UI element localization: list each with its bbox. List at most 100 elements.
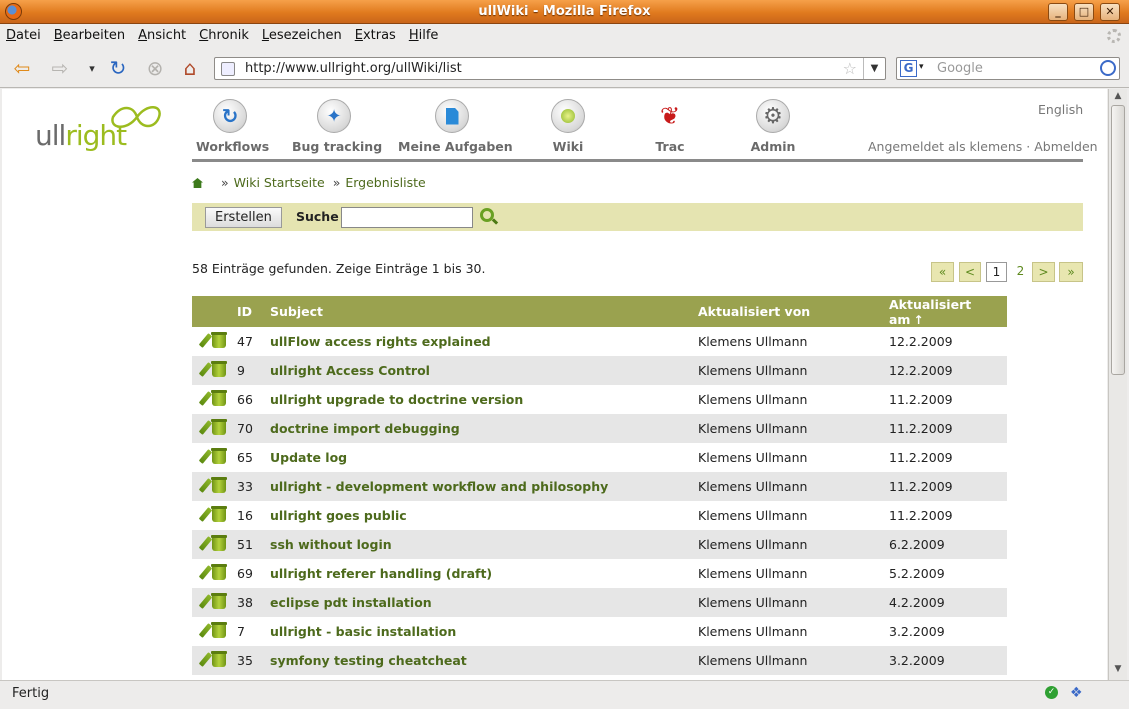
close-button[interactable]: ✕: [1100, 3, 1120, 21]
row-subject-link[interactable]: ullright upgrade to doctrine version: [270, 392, 523, 407]
search-placeholder[interactable]: Google: [937, 61, 983, 76]
edit-pencil-icon[interactable]: [199, 508, 210, 522]
row-subject-link[interactable]: symfony testing cheatcheat: [270, 653, 467, 668]
google-engine-icon[interactable]: G: [900, 60, 917, 77]
delete-bin-icon[interactable]: [211, 390, 227, 406]
url-bar[interactable]: http://www.ullright.org/ullWiki/list ☆ ▼: [214, 57, 886, 80]
header-subject[interactable]: Subject: [270, 296, 698, 327]
app-trac[interactable]: ❦ Trac: [647, 99, 693, 154]
menu-datei[interactable]: Datei: [0, 24, 48, 43]
app-wiki[interactable]: Wiki: [545, 99, 591, 154]
page-prev-button[interactable]: <: [959, 262, 981, 282]
edit-pencil-icon[interactable]: [199, 450, 210, 464]
search-input[interactable]: [341, 207, 473, 228]
row-subject-link[interactable]: ullright Access Control: [270, 363, 430, 378]
delete-bin-icon[interactable]: [211, 477, 227, 493]
edit-pencil-icon[interactable]: [199, 566, 210, 580]
delete-bin-icon[interactable]: [211, 506, 227, 522]
reload-icon[interactable]: ↻: [106, 56, 130, 80]
row-subject-link[interactable]: doctrine import debugging: [270, 421, 460, 436]
url-text[interactable]: http://www.ullright.org/ullWiki/list: [245, 61, 462, 76]
edit-pencil-icon[interactable]: [199, 595, 210, 609]
back-icon[interactable]: ⇦: [10, 56, 34, 80]
row-subject-link[interactable]: ullright - basic installation: [270, 624, 456, 639]
menu-hilfe[interactable]: Hilfe: [403, 24, 446, 43]
addon-status-icon[interactable]: ❖: [1070, 685, 1083, 701]
header-updated-by[interactable]: Aktualisiert von: [698, 296, 889, 327]
language-switch[interactable]: English: [1038, 102, 1083, 117]
edit-pencil-icon[interactable]: [199, 392, 210, 406]
row-subject-link[interactable]: Update log: [270, 450, 347, 465]
delete-bin-icon[interactable]: [211, 535, 227, 551]
url-dropdown-icon[interactable]: ▼: [863, 58, 885, 79]
window-titlebar: ullWiki - Mozilla Firefox _ □ ✕: [0, 0, 1129, 24]
edit-pencil-icon[interactable]: [199, 363, 210, 377]
engine-dropdown-icon[interactable]: ▾: [919, 62, 924, 72]
edit-pencil-icon[interactable]: [199, 421, 210, 435]
menu-bearbeiten[interactable]: Bearbeiten: [48, 24, 132, 43]
app-workflows[interactable]: ↻ Workflows: [196, 99, 269, 154]
page-2-link[interactable]: 2: [1010, 262, 1031, 282]
row-subject-link[interactable]: ullFlow access rights explained: [270, 334, 491, 349]
header-id[interactable]: ID: [237, 296, 270, 327]
delete-bin-icon[interactable]: [211, 593, 227, 609]
breadcrumb-ergebnisliste[interactable]: Ergebnisliste: [345, 175, 425, 190]
scroll-down-icon[interactable]: ▼: [1111, 664, 1125, 678]
search-submit-icon[interactable]: [480, 208, 494, 222]
page-scrollbar[interactable]: ▲ ▼: [1108, 89, 1127, 680]
sort-ascending-icon[interactable]: ↑: [913, 313, 923, 327]
app-meine-aufgaben[interactable]: Meine Aufgaben: [398, 99, 513, 154]
trac-paw-icon: ❦: [659, 102, 681, 130]
stop-icon[interactable]: ⊗: [143, 56, 167, 80]
delete-bin-icon[interactable]: [211, 419, 227, 435]
maximize-button[interactable]: □: [1074, 3, 1094, 21]
app-bug-tracking[interactable]: ✦ Bug tracking: [292, 99, 382, 154]
row-subject-link[interactable]: ssh without login: [270, 537, 392, 552]
menu-chronik[interactable]: Chronik: [193, 24, 256, 43]
menu-ansicht[interactable]: Ansicht: [132, 24, 193, 43]
delete-bin-icon[interactable]: [211, 361, 227, 377]
header-updated-at[interactable]: Aktualisiert am ↑: [889, 296, 1007, 327]
row-subject-link[interactable]: eclipse pdt installation: [270, 595, 432, 610]
status-ok-icon[interactable]: ✓: [1045, 686, 1058, 699]
breadcrumb-home-icon[interactable]: [192, 178, 203, 188]
table-row: 38 eclipse pdt installation Klemens Ullman…: [192, 588, 1007, 617]
scroll-up-icon[interactable]: ▲: [1111, 91, 1125, 105]
logout-link[interactable]: Abmelden: [1034, 139, 1097, 154]
delete-bin-icon[interactable]: [211, 564, 227, 580]
search-bar[interactable]: G ▾ Google: [896, 57, 1120, 80]
page-last-button[interactable]: »: [1059, 262, 1083, 282]
delete-bin-icon[interactable]: [211, 651, 227, 667]
row-subject-cell: ullFlow access rights explained: [270, 327, 698, 356]
delete-bin-icon[interactable]: [211, 622, 227, 638]
create-button[interactable]: Erstellen: [205, 207, 282, 228]
row-id: 7: [237, 617, 270, 646]
menu-extras[interactable]: Extras: [349, 24, 403, 43]
search-go-icon[interactable]: [1100, 60, 1116, 76]
app-admin[interactable]: ⚙ Admin: [748, 99, 798, 154]
edit-pencil-icon[interactable]: [199, 624, 210, 638]
edit-pencil-icon[interactable]: [199, 479, 210, 493]
page-first-button[interactable]: «: [931, 262, 954, 282]
home-icon[interactable]: ⌂: [178, 56, 202, 80]
edit-pencil-icon[interactable]: [199, 334, 210, 348]
scroll-thumb[interactable]: [1111, 105, 1125, 375]
bookmark-star-icon[interactable]: ☆: [843, 59, 857, 78]
delete-bin-icon[interactable]: [211, 332, 227, 348]
row-subject-link[interactable]: ullright referer handling (draft): [270, 566, 492, 581]
row-subject-link[interactable]: ullright goes public: [270, 508, 407, 523]
edit-pencil-icon[interactable]: [199, 653, 210, 667]
history-dropdown-icon[interactable]: ▾: [80, 56, 104, 80]
delete-bin-icon[interactable]: [211, 448, 227, 464]
menu-lesezeichen[interactable]: Lesezeichen: [256, 24, 349, 43]
ullright-logo[interactable]: ullright: [35, 106, 161, 159]
minimize-button[interactable]: _: [1048, 3, 1068, 21]
navigation-toolbar: ⇦ ⇨ ▾ ↻ ⊗ ⌂ http://www.ullright.org/ullW…: [0, 48, 1129, 88]
forward-icon[interactable]: ⇨: [48, 56, 72, 80]
breadcrumb-wiki-startseite[interactable]: Wiki Startseite: [234, 175, 325, 190]
row-subject-link[interactable]: ullright - development workflow and phil…: [270, 479, 608, 494]
row-updated-by: Klemens Ullmann: [698, 443, 889, 472]
page-next-button[interactable]: >: [1032, 262, 1055, 282]
edit-pencil-icon[interactable]: [199, 537, 210, 551]
result-count: 58 Einträge gefunden. Zeige Einträge 1 b…: [192, 261, 486, 276]
